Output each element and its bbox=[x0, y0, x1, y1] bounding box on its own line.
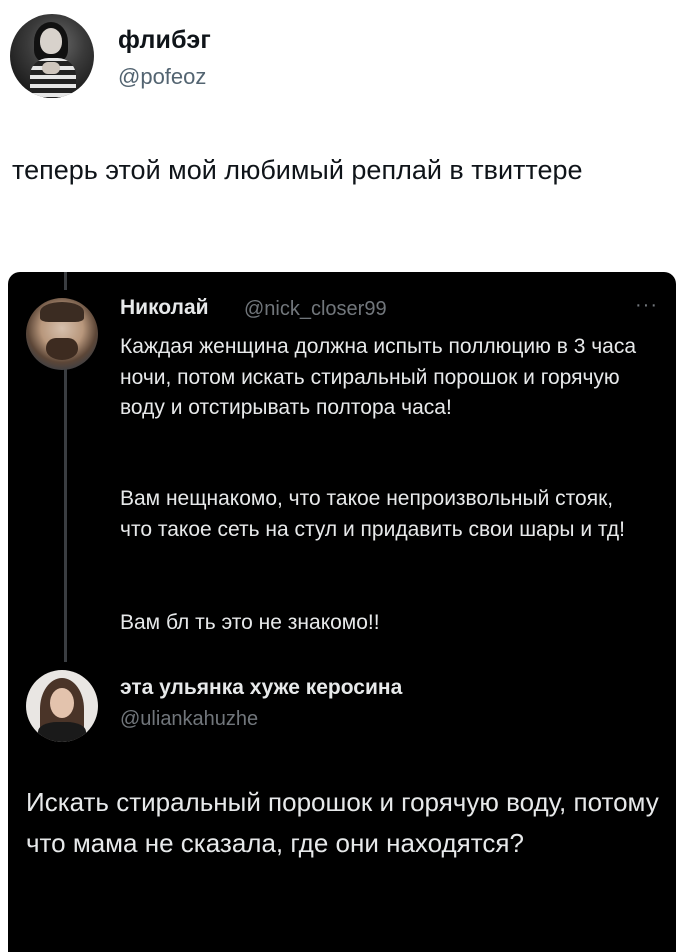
original-author-name[interactable]: Николай bbox=[120, 296, 209, 320]
original-author-avatar[interactable] bbox=[26, 298, 98, 370]
avatar-face bbox=[40, 28, 62, 54]
reply-author-handle[interactable]: @uliankahuzhe bbox=[120, 708, 258, 731]
thread-line-top bbox=[64, 272, 67, 290]
original-paragraph-1: Каждая женщина должна испыть поллюцию в … bbox=[120, 335, 637, 419]
avatar-face bbox=[50, 688, 74, 718]
original-author-handle[interactable]: @nick_closer99 bbox=[244, 298, 387, 321]
thread-line bbox=[64, 362, 67, 662]
avatar-hand bbox=[42, 62, 60, 74]
reply-author-avatar[interactable] bbox=[26, 670, 98, 742]
tweet-text: теперь этой мой любимый реплай в твиттер… bbox=[12, 155, 583, 185]
author-handle[interactable]: @pofeoz bbox=[118, 64, 206, 90]
embedded-screenshot: Николай @nick_closer99 ··· Каждая женщин… bbox=[8, 272, 676, 952]
reply-text: Искать стиральный порошок и горячую воду… bbox=[26, 787, 659, 858]
author-avatar[interactable] bbox=[10, 14, 94, 98]
original-paragraph-3: Вам бл ть это не знакомо!! bbox=[120, 611, 380, 634]
original-paragraph-2: Вам нещнакомо, что такое непроизвольный … bbox=[120, 487, 625, 541]
avatar-beard bbox=[46, 338, 78, 360]
avatar-hair bbox=[40, 302, 84, 322]
more-options-icon[interactable]: ··· bbox=[635, 294, 658, 317]
reply-author-name[interactable]: эта ульянка хуже керосина bbox=[120, 676, 402, 700]
avatar-shirt bbox=[38, 722, 86, 742]
author-name[interactable]: флибэг bbox=[118, 26, 211, 55]
